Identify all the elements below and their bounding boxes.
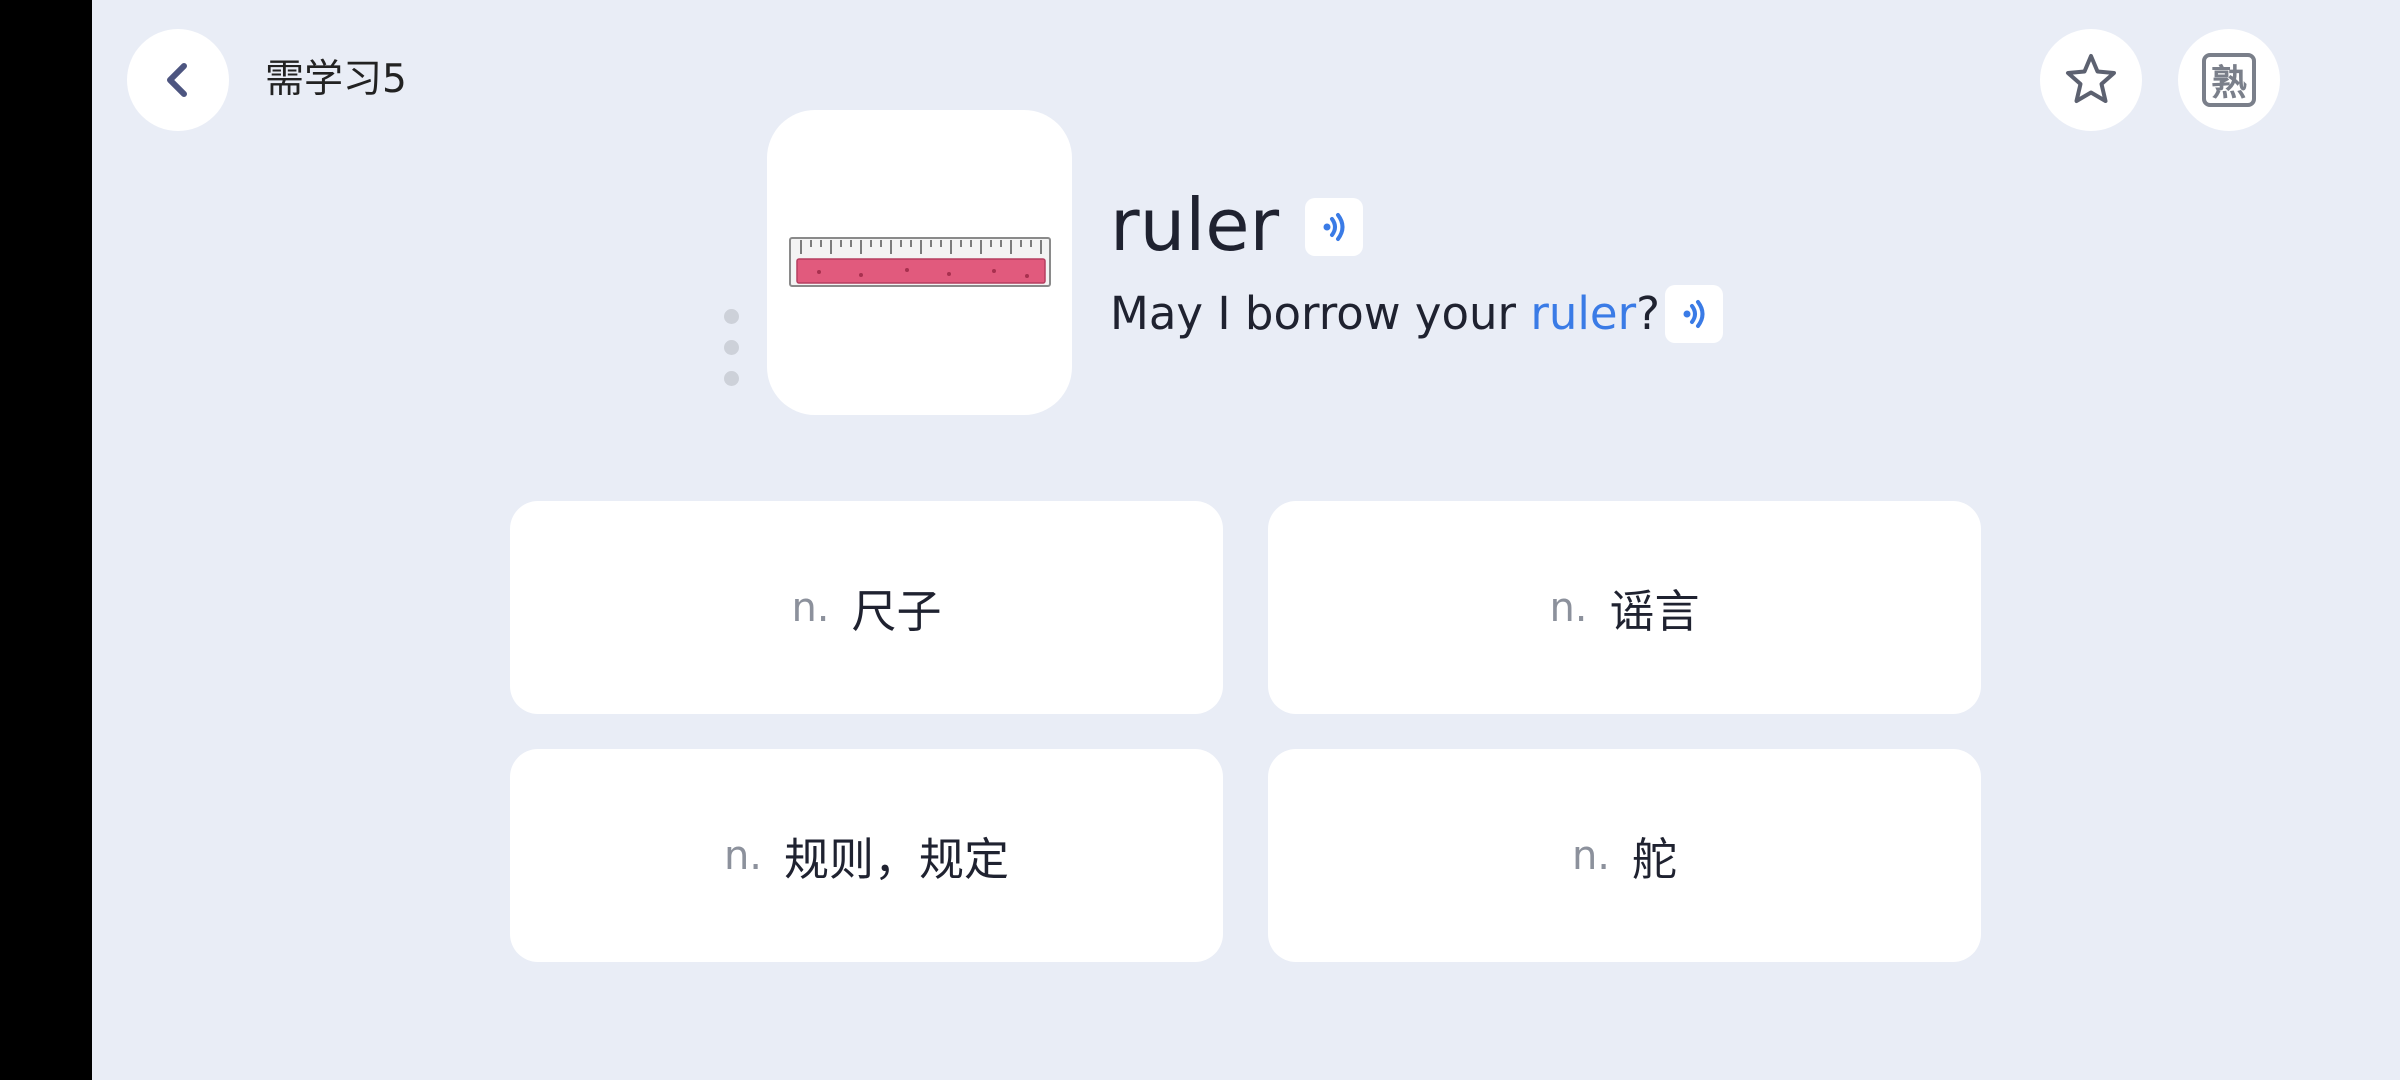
speaker-icon [1323,213,1345,241]
familiar-icon: 熟 [2202,53,2256,107]
page-title: 需学习5 [265,57,407,102]
option-meaning: 谣言 [1609,585,1700,638]
part-of-speech: n. [1571,832,1611,879]
part-of-speech: n. [791,584,830,631]
part-of-speech: n. [1549,584,1588,631]
sentence-prefix: May I borrow your [1110,287,1531,340]
option-meaning: 规则，规定 [784,833,1010,886]
answer-option-3[interactable]: n. 规则，规定 [510,749,1223,962]
answer-option-1[interactable]: n. 尺子 [510,501,1223,714]
part-of-speech: n. [723,832,763,879]
sentence-suffix: ? [1636,287,1660,340]
vocabulary-word: ruler [1110,183,1280,267]
speaker-icon [1683,300,1705,328]
ruler-illustration [788,236,1051,287]
example-sentence: May I borrow your ruler? [1110,286,1660,342]
favorite-button[interactable] [2040,29,2142,131]
sentence-highlight: ruler [1530,287,1637,340]
mark-familiar-button[interactable]: 熟 [2178,29,2280,131]
answer-option-2[interactable]: n. 谣言 [1268,501,1981,714]
answer-option-4[interactable]: n. 舵 [1268,749,1981,962]
star-outline-icon [2066,54,2116,103]
more-dots[interactable] [724,309,740,402]
option-meaning: 舵 [1632,833,1678,886]
back-button[interactable] [127,29,229,131]
chevron-left-icon [167,63,187,97]
word-pronounce-button[interactable] [1305,198,1363,256]
option-meaning: 尺子 [851,585,942,638]
word-image-card [767,110,1072,415]
sentence-pronounce-button[interactable] [1665,285,1723,343]
left-black-bar [0,0,92,1080]
